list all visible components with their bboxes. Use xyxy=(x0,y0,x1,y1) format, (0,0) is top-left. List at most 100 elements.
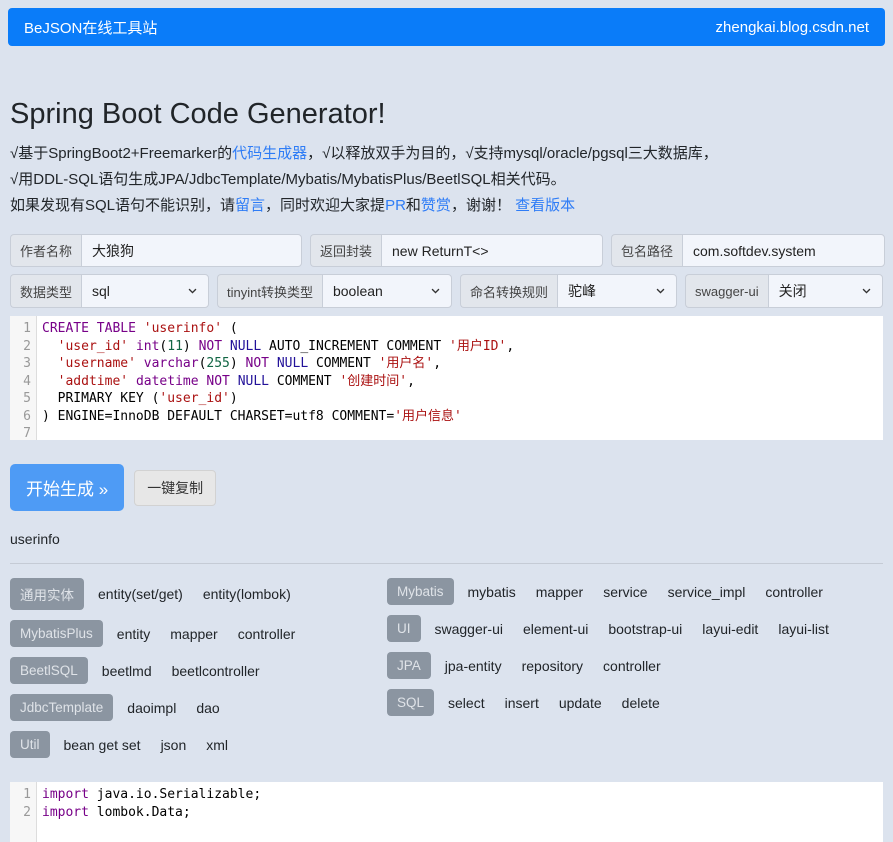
template-item[interactable]: element-ui xyxy=(523,621,588,637)
code-token xyxy=(269,356,277,371)
external-link[interactable]: zhengkai.blog.csdn.net xyxy=(716,19,869,36)
code-line: CREATE TABLE 'userinfo' ( xyxy=(42,320,883,338)
chevron-down-icon xyxy=(861,283,872,299)
template-item[interactable]: layui-list xyxy=(778,621,829,637)
inline-link[interactable]: PR xyxy=(385,197,406,214)
code-token xyxy=(128,339,136,354)
java-preview[interactable]: 12 import java.io.Serializable;import lo… xyxy=(10,782,883,842)
author-label: 作者名称 xyxy=(10,234,81,267)
copy-button[interactable]: 一键复制 xyxy=(134,470,216,506)
template-item[interactable]: mapper xyxy=(170,626,217,642)
template-item[interactable]: entity(lombok) xyxy=(203,586,291,602)
code-token: , xyxy=(407,374,415,389)
template-row: UIswagger-uielement-uibootstrap-uilayui-… xyxy=(387,615,883,642)
code-token: NULL xyxy=(238,374,269,389)
template-item[interactable]: controller xyxy=(603,658,661,674)
template-badge: JPA xyxy=(387,652,431,679)
code-token xyxy=(136,321,144,336)
template-item[interactable]: bootstrap-ui xyxy=(608,621,682,637)
template-item[interactable]: beetlmd xyxy=(102,663,152,679)
template-item[interactable]: entity xyxy=(117,626,150,642)
naming-rule-label: 命名转换规则 xyxy=(460,274,557,308)
intro-text: ，同时欢迎大家提 xyxy=(265,197,385,214)
code-token xyxy=(222,339,230,354)
template-badge: JdbcTemplate xyxy=(10,694,113,721)
select-value: sql xyxy=(92,283,110,299)
naming-rule-select[interactable]: 驼峰 xyxy=(557,274,677,308)
code-token: 'user_id' xyxy=(58,339,128,354)
code-token: AUTO_INCREMENT COMMENT xyxy=(261,339,449,354)
code-token: varchar xyxy=(144,356,199,371)
form-row-1: 作者名称 返回封装 包名路径 xyxy=(10,234,883,267)
swagger-select[interactable]: 关闭 xyxy=(768,274,883,308)
line-number: 1 xyxy=(10,320,36,338)
inline-link[interactable]: 代码生成器 xyxy=(232,145,307,162)
template-item[interactable]: beetlcontroller xyxy=(172,663,260,679)
template-badge: SQL xyxy=(387,689,434,716)
template-item[interactable]: update xyxy=(559,695,602,711)
brand-link[interactable]: BeJSON在线工具站 xyxy=(24,17,157,38)
author-input[interactable] xyxy=(81,234,302,267)
template-groups: 通用实体entity(set/get)entity(lombok)Mybatis… xyxy=(10,578,883,768)
template-item[interactable]: service_impl xyxy=(668,584,746,600)
code-token xyxy=(230,374,238,389)
template-item[interactable]: dao xyxy=(196,700,219,716)
code-line: 'addtime' datetime NOT NULL COMMENT '创建时… xyxy=(42,373,883,391)
code-token: CREATE TABLE xyxy=(42,321,136,336)
template-item[interactable]: daoimpl xyxy=(127,700,176,716)
code-token xyxy=(42,356,58,371)
template-item[interactable]: layui-edit xyxy=(702,621,758,637)
template-items: bean get set json xml xyxy=(64,737,229,753)
swagger-label: swagger-ui xyxy=(685,274,768,308)
inline-link[interactable]: 查看版本 xyxy=(515,197,575,214)
editor-gutter: 12 xyxy=(10,782,37,842)
template-item[interactable]: mybatis xyxy=(468,584,516,600)
code-token: NULL xyxy=(277,356,308,371)
tinyint-type-select[interactable]: boolean xyxy=(322,274,452,308)
code-token: NOT xyxy=(206,374,229,389)
data-type-select[interactable]: sql xyxy=(81,274,209,308)
chevron-down-icon xyxy=(655,283,666,299)
template-item[interactable]: repository xyxy=(522,658,583,674)
template-item[interactable]: xml xyxy=(206,737,228,753)
template-row: 通用实体entity(set/get)entity(lombok) xyxy=(10,578,387,610)
intro-text: √用DDL-SQL语句生成JPA/JdbcTemplate/Mybatis/My… xyxy=(10,171,566,188)
line-number: 7 xyxy=(10,425,36,443)
intro-paragraph: √基于SpringBoot2+Freemarker的代码生成器，√以释放双手为目… xyxy=(10,141,883,219)
data-type-group: 数据类型 sql xyxy=(10,274,209,308)
code-token: 'addtime' xyxy=(58,374,128,389)
template-item[interactable]: service xyxy=(603,584,647,600)
section-divider xyxy=(10,563,883,564)
template-item[interactable]: bean get set xyxy=(64,737,141,753)
template-badge: MybatisPlus xyxy=(10,620,103,647)
template-badge: Mybatis xyxy=(387,578,454,605)
inline-link[interactable]: 赞赏 xyxy=(421,197,451,214)
line-number: 5 xyxy=(10,390,36,408)
template-item[interactable]: select xyxy=(448,695,485,711)
template-item[interactable]: delete xyxy=(622,695,660,711)
template-item[interactable]: insert xyxy=(505,695,539,711)
code-token: ) ENGINE=InnoDB DEFAULT CHARSET=utf8 COM… xyxy=(42,409,394,424)
template-column-left: 通用实体entity(set/get)entity(lombok)Mybatis… xyxy=(10,578,387,768)
page-title: Spring Boot Code Generator! xyxy=(10,98,883,131)
template-item[interactable]: entity(set/get) xyxy=(98,586,183,602)
template-item[interactable]: mapper xyxy=(536,584,583,600)
intro-text: ，√以释放双手为目的，√支持mysql/oracle/pgsql三大数据库， xyxy=(307,145,718,162)
template-item[interactable]: controller xyxy=(238,626,296,642)
sql-editor[interactable]: 1234567 CREATE TABLE 'userinfo' ( 'user_… xyxy=(10,316,883,440)
naming-rule-group: 命名转换规则 驼峰 xyxy=(460,274,677,308)
code-token: import xyxy=(42,787,89,802)
template-item[interactable]: swagger-ui xyxy=(435,621,503,637)
template-item[interactable]: jpa-entity xyxy=(445,658,502,674)
return-wrap-input[interactable] xyxy=(381,234,603,267)
code-token: ) xyxy=(230,356,246,371)
package-path-input[interactable] xyxy=(682,234,885,267)
generate-button[interactable]: 开始生成 » xyxy=(10,464,124,511)
code-line: 'username' varchar(255) NOT NULL COMMENT… xyxy=(42,355,883,373)
chevron-down-icon xyxy=(430,283,441,299)
template-item[interactable]: controller xyxy=(765,584,823,600)
code-line: ) ENGINE=InnoDB DEFAULT CHARSET=utf8 COM… xyxy=(42,408,883,426)
package-path-group: 包名路径 xyxy=(611,234,885,267)
inline-link[interactable]: 留言 xyxy=(235,197,265,214)
template-item[interactable]: json xyxy=(161,737,187,753)
